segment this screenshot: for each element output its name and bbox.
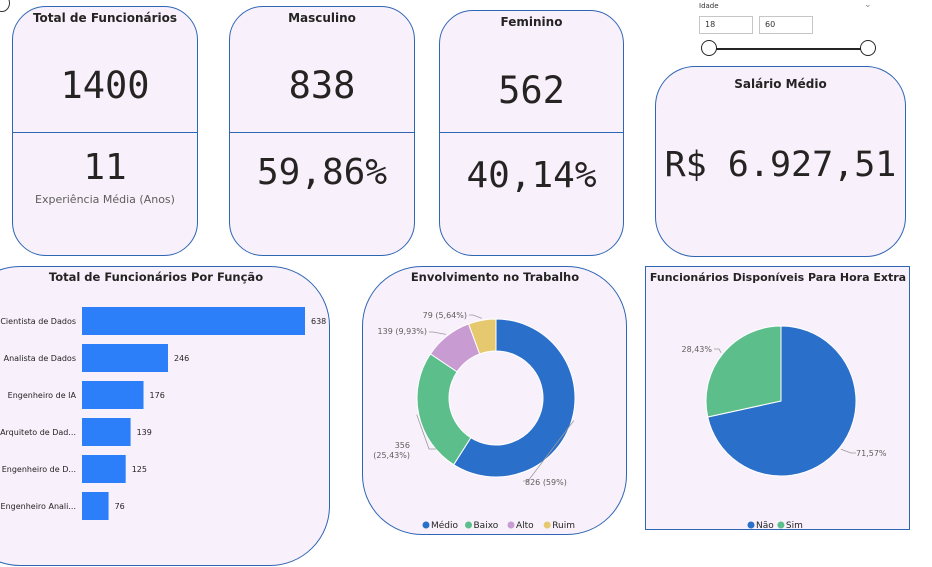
- data-label: 176: [150, 391, 165, 400]
- kpi-female-card: Feminino 562 40,14%: [439, 10, 624, 256]
- age-min-input[interactable]: 18: [699, 16, 753, 34]
- kpi-male-title: Masculino: [288, 11, 356, 25]
- data-label: 139 (9,93%): [378, 327, 427, 336]
- data-label: 79 (5,64%): [423, 311, 467, 320]
- legend-label: Alto: [516, 521, 534, 531]
- bar: [82, 307, 305, 335]
- bar: [82, 492, 109, 520]
- overtime-pie-chart: Funcionários Disponíveis Para Hora Extra…: [650, 271, 906, 531]
- category-label: Cientista de Dados: [0, 317, 76, 326]
- overtime-pie-card: Funcionários Disponíveis Para Hora Extra…: [645, 266, 910, 531]
- data-label: 125: [132, 465, 147, 474]
- engagement-donut-card: Envolvimento no Trabalho 826 (59%) 356 (25,…: [362, 266, 627, 535]
- data-label: 356: [395, 441, 410, 450]
- legend-marker: [777, 521, 785, 529]
- legend-marker: [422, 521, 430, 529]
- kpi-male-divider: [230, 132, 414, 133]
- legend-marker: [465, 521, 472, 529]
- legend-marker: [507, 521, 515, 529]
- kpi-salary-value: R$ 6.927,51: [664, 145, 897, 185]
- slice: [705, 325, 782, 418]
- data-label: 139: [137, 428, 152, 437]
- data-label: 826 (59%): [525, 478, 567, 487]
- legend-label: Ruim: [552, 521, 575, 531]
- kpi-experience-caption: Experiência Média (Anos): [35, 193, 175, 206]
- kpi-total-value: 1400: [60, 64, 150, 107]
- role-bar-chart: Total de Funcionários Por Função Cientist…: [0, 270, 326, 520]
- leader-line: [840, 448, 856, 454]
- legend-label: Sim: [786, 521, 803, 531]
- pie-chart-title: Funcionários Disponíveis Para Hora Extra: [650, 271, 906, 284]
- bar-chart-title: Total de Funcionários Por Função: [49, 270, 263, 284]
- kpi-female-value: 562: [498, 69, 565, 112]
- leader-line: [469, 314, 482, 319]
- kpi-male-percent: 59,86%: [256, 152, 388, 193]
- data-label: 76: [115, 502, 125, 511]
- kpi-total-card: Total de Funcionários 1400 11 Experiênci…: [12, 6, 198, 256]
- category-label: Engenheiro de IA: [8, 391, 77, 400]
- kpi-male-card: Masculino 838 59,86%: [229, 6, 415, 256]
- kpi-salary-card: Salário Médio R$ 6.927,51: [655, 66, 906, 257]
- data-label: (25,43%): [373, 451, 410, 460]
- kpi-total-title: Total de Funcionários: [32, 11, 178, 25]
- corner-glyph: [0, 0, 10, 12]
- age-max-handle[interactable]: [860, 40, 876, 56]
- engagement-donut-chart: Envolvimento no Trabalho 826 (59%) 356(25,…: [373, 270, 579, 531]
- legend-marker: [543, 521, 551, 529]
- legend-label: Médio: [431, 520, 459, 531]
- kpi-female-divider: [440, 132, 623, 133]
- data-label: 638: [311, 317, 326, 326]
- age-slicer-label: Idade: [699, 2, 719, 10]
- kpi-total-divider: [13, 132, 197, 133]
- bar: [82, 455, 126, 483]
- leader-line: [714, 348, 722, 353]
- data-label: 28,43%: [681, 345, 712, 354]
- age-min-handle[interactable]: [701, 40, 717, 56]
- leader-line: [429, 331, 446, 335]
- data-label: 246: [174, 354, 189, 363]
- age-range-track[interactable]: [710, 48, 868, 50]
- data-label: 71,57%: [856, 449, 887, 458]
- category-label: Engenheiro Anali...: [1, 502, 76, 511]
- bar: [82, 344, 168, 372]
- category-label: Analista de Dados: [4, 354, 76, 363]
- category-label: Engenheiro de D...: [2, 465, 76, 474]
- kpi-female-title: Feminino: [500, 15, 563, 29]
- bar: [82, 381, 144, 409]
- chevron-down-icon[interactable]: ⌄: [864, 0, 872, 10]
- kpi-male-value: 838: [288, 64, 356, 107]
- kpi-female-percent: 40,14%: [466, 155, 597, 196]
- legend-marker: [747, 521, 755, 529]
- kpi-salary-title: Salário Médio: [734, 77, 827, 91]
- legend-label: Não: [756, 521, 774, 531]
- kpi-experience-value: 11: [83, 147, 127, 188]
- donut-chart-title: Envolvimento no Trabalho: [411, 270, 579, 284]
- role-bar-chart-card: Total de Funcionários Por Função Cientist…: [0, 266, 330, 566]
- legend-label: Baixo: [474, 521, 499, 531]
- bar: [82, 418, 131, 446]
- category-label: Arquiteto de Dad...: [0, 428, 76, 437]
- slice: [416, 353, 472, 466]
- age-max-input[interactable]: 60: [759, 16, 813, 34]
